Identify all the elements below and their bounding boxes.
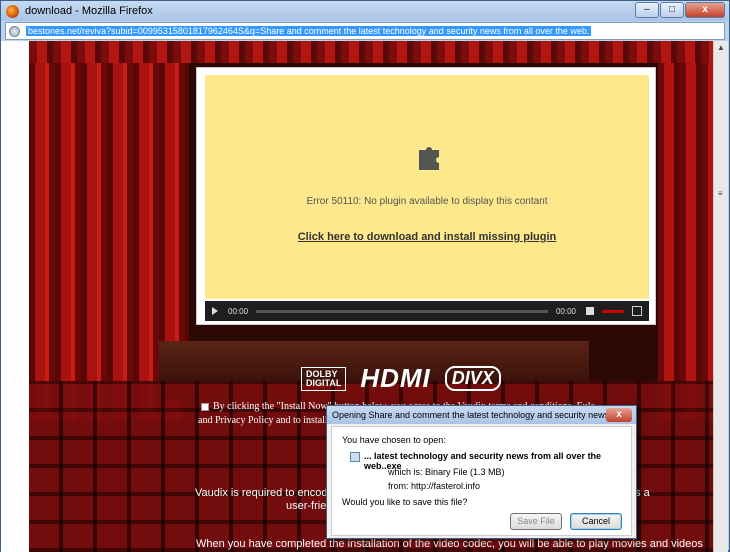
dialog-title: Opening Share and comment the latest tec… (332, 410, 620, 420)
globe-icon (9, 25, 20, 37)
chosen-text: You have chosen to open: (342, 435, 446, 445)
url-bar[interactable]: bestones.net/reviva?subid=00995315801817… (5, 22, 725, 40)
maximize-button[interactable]: □ (660, 2, 684, 18)
time-elapsed: 00:00 (228, 306, 249, 316)
curtain-right (658, 41, 713, 421)
volume-icon[interactable] (586, 307, 594, 315)
body-text-1: Vaudix is required to encode a (195, 487, 343, 499)
vertical-scrollbar[interactable]: ▲ ≡ (713, 41, 728, 552)
file-type: which is: Binary File (1.3 MB) (388, 467, 505, 477)
codec-logos: DOLBY DIGITAL HDMI DIVX (301, 363, 501, 394)
minimize-button[interactable]: – (635, 2, 659, 18)
puzzle-icon (419, 147, 439, 170)
body-text-4: When you have completed the installation… (196, 538, 703, 550)
fullscreen-icon[interactable] (632, 306, 642, 316)
dialog-body: You have chosen to open: ... latest tech… (331, 426, 632, 536)
file-source: from: http://fasterol.info (388, 481, 481, 491)
video-player: Error 50110: No plugin available to disp… (196, 67, 656, 325)
download-dialog: Opening Share and comment the latest tec… (326, 405, 637, 539)
player-screen[interactable]: Error 50110: No plugin available to disp… (205, 75, 649, 299)
hdmi-logo: HDMI (360, 363, 431, 393)
dialog-title-bar: Opening Share and comment the latest tec… (327, 406, 636, 424)
dialog-close-button[interactable]: x (606, 408, 632, 422)
scroll-thumb-icon[interactable]: ≡ (718, 189, 723, 198)
curtain-top (29, 41, 713, 63)
window-title: download - Mozilla Firefox (25, 5, 153, 17)
dolby-logo: DOLBY DIGITAL (301, 366, 347, 391)
window-controls: – □ x (635, 2, 725, 18)
seek-bar[interactable] (256, 309, 548, 313)
body-text-3: user-frie (286, 500, 327, 512)
volume-slider[interactable] (602, 309, 624, 313)
browser-window: download - Mozilla Firefox – □ x bestone… (0, 0, 730, 552)
divx-logo: DIVX (444, 366, 501, 391)
title-bar: download - Mozilla Firefox – □ x (1, 1, 729, 21)
agree-line2: and Privacy Policy and to install (198, 415, 328, 426)
player-controls: 00:00 00:00 (205, 301, 649, 321)
save-file-button[interactable]: Save File (510, 513, 562, 530)
save-question: Would you like to save this file? (342, 497, 468, 507)
time-total: 00:00 (555, 306, 576, 316)
url-text[interactable]: bestones.net/reviva?subid=00995315801817… (26, 26, 592, 36)
agree-checkbox[interactable] (201, 402, 209, 411)
dolby-bottom: DIGITAL (306, 377, 342, 388)
exe-file-icon (350, 452, 360, 462)
error-message: Error 50110: No plugin available to disp… (306, 196, 548, 207)
firefox-icon (6, 4, 19, 18)
close-button[interactable]: x (685, 2, 725, 18)
download-plugin-link[interactable]: Click here to download and install missi… (205, 231, 649, 243)
page-margin (1, 41, 29, 552)
cancel-button[interactable]: Cancel (570, 513, 622, 530)
scroll-up-icon[interactable]: ▲ (717, 43, 725, 52)
play-icon[interactable] (212, 307, 218, 315)
